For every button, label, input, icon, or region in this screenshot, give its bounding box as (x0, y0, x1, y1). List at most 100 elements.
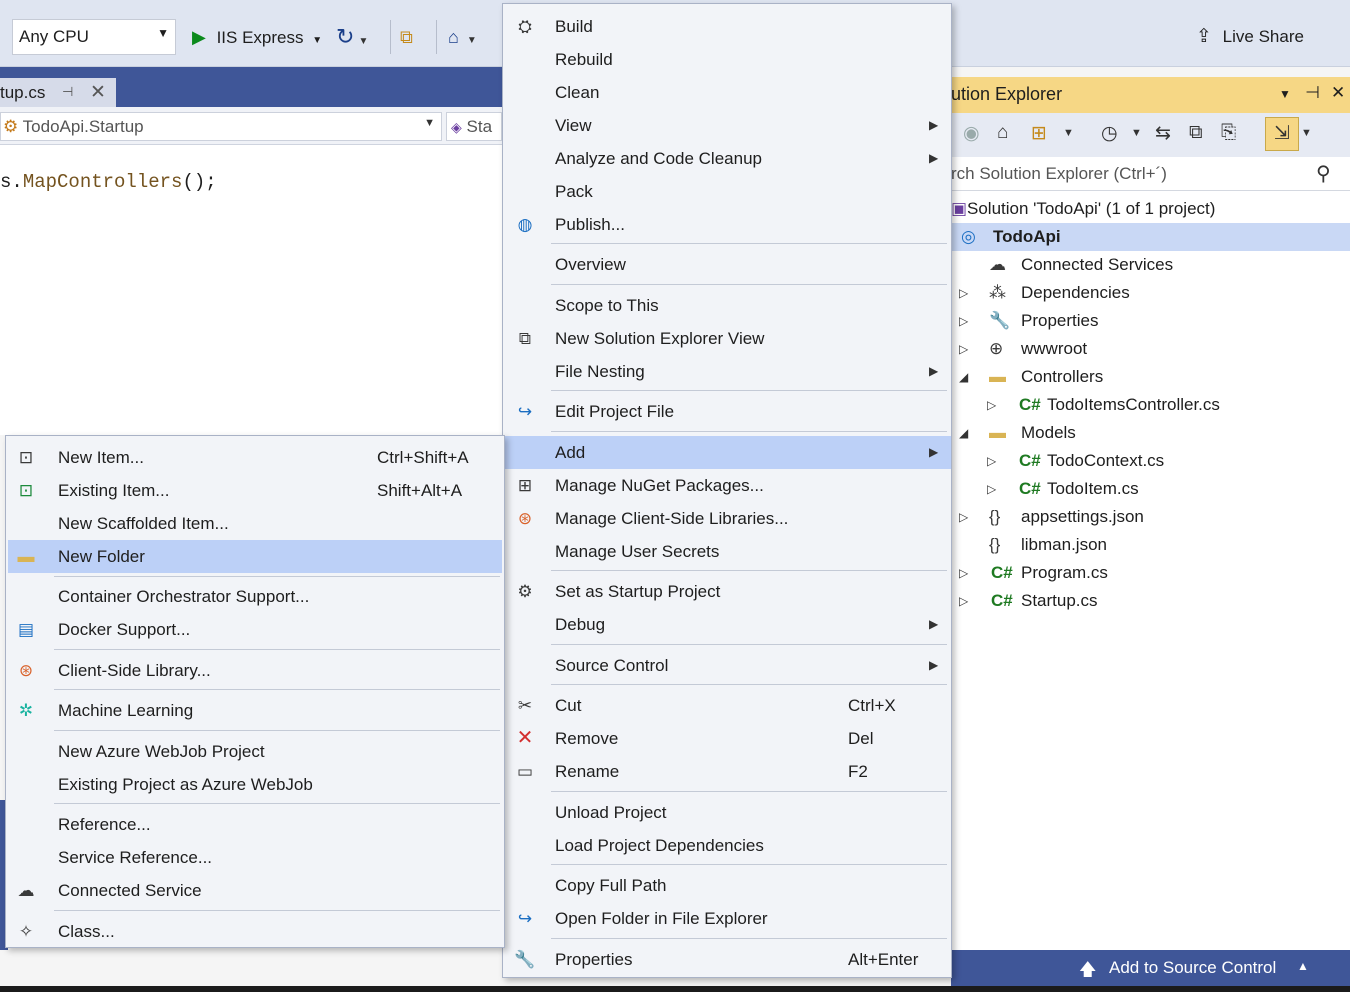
menu-item-load-deps[interactable]: Load Project Dependencies (505, 829, 951, 862)
expand-arrow-icon[interactable]: ▷ (959, 587, 968, 615)
menu-item-publish[interactable]: ◍ Publish... (505, 208, 951, 241)
show-all-files-icon[interactable]: ⎘ (1221, 122, 1236, 144)
tree-item-label: TodoContext.cs (1047, 451, 1165, 470)
run-button[interactable]: ▶ IIS Express ▼ (192, 19, 322, 55)
submenu-item-scaffolded[interactable]: New Scaffolded Item... (8, 507, 502, 540)
menu-item-client-libs[interactable]: ⊛ Manage Client-Side Libraries... (505, 502, 951, 535)
tree-item-program[interactable]: ▷ C# Program.cs (951, 559, 1350, 587)
navigation-bar: ⚙ TodoApi.Startup ▼ ◈ Sta (0, 107, 502, 145)
menu-item-startup[interactable]: ⚙ Set as Startup Project (505, 575, 951, 608)
menu-item-label: Remove (555, 729, 619, 748)
menu-item-copy-path[interactable]: Copy Full Path (505, 869, 951, 902)
menu-item-properties[interactable]: 🔧 Properties Alt+Enter (505, 943, 951, 976)
menu-item-edit-project[interactable]: ↪ Edit Project File (505, 395, 951, 428)
preview-selected-icon[interactable]: ⇲ (1265, 117, 1299, 151)
submenu-item-container[interactable]: Container Orchestrator Support... (8, 580, 502, 613)
submenu-item-new-folder[interactable]: ▬ New Folder (8, 540, 502, 573)
tree-item-properties[interactable]: ▷ 🔧 Properties (951, 307, 1350, 335)
submenu-item-ml[interactable]: ✲ Machine Learning (8, 694, 502, 727)
expand-arrow-icon[interactable]: ▷ (959, 279, 968, 307)
menu-item-add[interactable]: Add ▶ (505, 436, 951, 469)
menu-item-rename[interactable]: ▭ Rename F2 (505, 755, 951, 788)
tree-item-startup[interactable]: ▷ C# Startup.cs (951, 587, 1350, 615)
tree-item-todoitem[interactable]: ▷ C# TodoItem.cs (951, 475, 1350, 503)
menu-item-view[interactable]: View ▶ (505, 109, 951, 142)
live-share-button[interactable]: ⇪ Live Share (1196, 19, 1304, 55)
collapse-arrow-icon[interactable]: ◢ (959, 419, 968, 447)
sync-icon[interactable]: ⇆ (1155, 122, 1171, 145)
search-icon[interactable]: ⚲ (1316, 161, 1331, 186)
menu-item-open-folder[interactable]: ↪ Open Folder in File Explorer (505, 902, 951, 935)
tree-item-appsettings[interactable]: ▷ {} appsettings.json (951, 503, 1350, 531)
tree-item-todocontext[interactable]: ▷ C# TodoContext.cs (951, 447, 1350, 475)
submenu-item-new-webjob[interactable]: New Azure WebJob Project (8, 735, 502, 768)
tab-startup-cs[interactable]: tup.cs ⊣ ✕ (0, 78, 116, 108)
submenu-item-service-ref[interactable]: Service Reference... (8, 841, 502, 874)
code-editor[interactable]: s.MapControllers(); (0, 145, 502, 435)
submenu-item-reference[interactable]: Reference... (8, 808, 502, 841)
chevron-down-icon[interactable]: ▼ (1131, 127, 1142, 139)
submenu-item-connected-service[interactable]: ☁ Connected Service (8, 874, 502, 907)
close-icon[interactable]: ✕ (90, 81, 106, 104)
tree-item-todoapi[interactable]: ◎ TodoApi (951, 223, 1350, 251)
type-dropdown[interactable]: ⚙ TodoApi.Startup ▼ (0, 112, 442, 141)
menu-item-build[interactable]: ⛭ Build (505, 10, 951, 43)
menu-item-debug[interactable]: Debug ▶ (505, 608, 951, 641)
collapse-all-icon[interactable]: ⧉ (1189, 122, 1203, 144)
solution-explorer-search[interactable]: rch Solution Explorer (Ctrl+´) ⚲ (951, 157, 1350, 191)
submenu-item-class[interactable]: ✧ Class... (8, 915, 502, 948)
pin-icon[interactable]: ⊣ (1305, 83, 1320, 103)
pending-changes-icon[interactable]: ◷ (1101, 122, 1118, 145)
menu-item-user-secrets[interactable]: Manage User Secrets (505, 535, 951, 568)
tree-item-controllers[interactable]: ◢ ▬ Controllers (951, 363, 1350, 391)
tree-item-connected-services[interactable]: ☁ Connected Services (951, 251, 1350, 279)
chevron-down-icon[interactable]: ▼ (1301, 127, 1312, 139)
expand-arrow-icon[interactable]: ▷ (959, 503, 968, 531)
expand-arrow-icon[interactable]: ▷ (959, 307, 968, 335)
platform-dropdown[interactable]: Any CPU ▼ (12, 19, 176, 55)
tree-item-models[interactable]: ◢ ▬ Models (951, 419, 1350, 447)
tree-item-libman[interactable]: {} libman.json (951, 531, 1350, 559)
add-to-source-control-button[interactable]: Add to Source Control (1109, 958, 1276, 978)
submenu-item-existing-webjob[interactable]: Existing Project as Azure WebJob (8, 768, 502, 801)
member-dropdown[interactable]: ◈ Sta (446, 112, 502, 141)
pin-icon[interactable]: ⊣ (62, 84, 73, 100)
submenu-item-existing-item[interactable]: ⊡ Existing Item... Shift+Alt+A (8, 474, 502, 507)
menu-item-nuget[interactable]: ⊞ Manage NuGet Packages... (505, 469, 951, 502)
back-icon[interactable]: ◉ (963, 122, 980, 145)
expand-arrow-icon[interactable]: ▷ (959, 559, 968, 587)
chevron-down-icon[interactable]: ▼ (1279, 87, 1291, 101)
submenu-item-docker[interactable]: ▤ Docker Support... (8, 613, 502, 646)
menu-item-clean[interactable]: Clean (505, 76, 951, 109)
home-icon[interactable]: ⌂ (997, 122, 1008, 144)
close-icon[interactable]: ✕ (1331, 83, 1345, 103)
home-window-icon[interactable]: ⌂ ▼ (448, 19, 477, 55)
submenu-item-new-item[interactable]: ⊡ New Item... Ctrl+Shift+A (8, 441, 502, 474)
menu-item-file-nesting[interactable]: File Nesting ▶ (505, 355, 951, 388)
tree-item-dependencies[interactable]: ▷ ⁂ Dependencies (951, 279, 1350, 307)
switch-views-icon[interactable]: ⊞ (1031, 122, 1047, 145)
menu-item-analyze[interactable]: Analyze and Code Cleanup ▶ (505, 142, 951, 175)
chevron-down-icon[interactable]: ▼ (1063, 127, 1074, 139)
menu-item-rebuild[interactable]: Rebuild (505, 43, 951, 76)
tree-item-wwwroot[interactable]: ▷ ⊕ wwwroot (951, 335, 1350, 363)
browser-link-icon[interactable]: ⧉ (400, 19, 413, 55)
submenu-item-client-lib[interactable]: ⊛ Client-Side Library... (8, 654, 502, 687)
tree-item-todoitemscontroller[interactable]: ▷ C# TodoItemsController.cs (951, 391, 1350, 419)
expand-arrow-icon[interactable]: ▷ (959, 335, 968, 363)
expand-arrow-icon[interactable]: ▷ (987, 475, 996, 503)
collapse-arrow-icon[interactable]: ◢ (959, 363, 968, 391)
menu-item-scope[interactable]: Scope to This (505, 289, 951, 322)
menu-item-pack[interactable]: Pack (505, 175, 951, 208)
tree-item-solution[interactable]: ▣ Solution 'TodoApi' (1 of 1 project) (951, 195, 1350, 223)
menu-item-remove[interactable]: ✕ Remove Del (505, 722, 951, 755)
expand-arrow-icon[interactable]: ▷ (987, 391, 996, 419)
menu-item-cut[interactable]: ✂ Cut Ctrl+X (505, 689, 951, 722)
bottom-strip (0, 986, 1350, 992)
expand-arrow-icon[interactable]: ▷ (987, 447, 996, 475)
menu-item-source-control[interactable]: Source Control ▶ (505, 649, 951, 682)
refresh-icon[interactable]: ↻ ▼ (336, 19, 368, 55)
menu-item-overview[interactable]: Overview (505, 248, 951, 281)
menu-item-unload[interactable]: Unload Project (505, 796, 951, 829)
menu-item-new-se-view[interactable]: ⧉ New Solution Explorer View (505, 322, 951, 355)
